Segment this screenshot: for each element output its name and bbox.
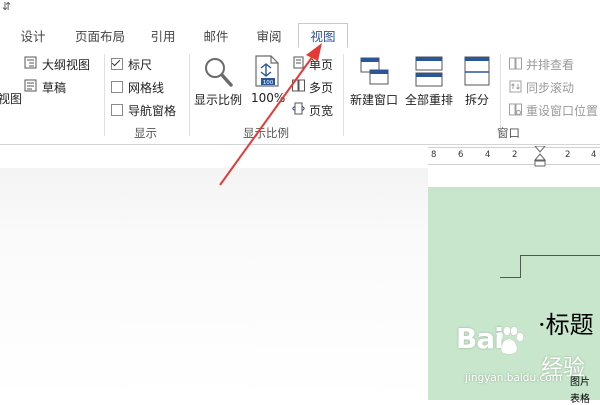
reset-window-position-icon <box>509 103 522 116</box>
draft-button[interactable]: 草稿 <box>42 79 66 96</box>
margin-guide <box>500 277 521 278</box>
watermark-url: jingyan.baidu.com <box>465 372 562 384</box>
ruler-tick-label: 4 <box>591 150 597 160</box>
group-separator <box>343 54 344 136</box>
document-small-text: 表格 <box>570 394 590 405</box>
window-group-label: 窗口 <box>497 126 520 140</box>
group-separator <box>500 54 501 136</box>
reset-window-position-button[interactable]: 重设窗口位置 <box>526 102 598 119</box>
split-icon[interactable] <box>464 56 490 88</box>
outline-view-button[interactable]: 大纲视图 <box>42 56 90 73</box>
document-title-text[interactable]: ·标题 <box>538 305 594 340</box>
new-window-icon[interactable] <box>360 56 390 88</box>
new-window-button[interactable]: 新建窗口 <box>350 91 398 108</box>
navigation-pane-checkbox[interactable] <box>111 104 123 116</box>
margin-guide <box>520 255 600 256</box>
show-group-label: 显示 <box>134 126 157 140</box>
horizontal-ruler[interactable]: 8 6 4 2 2 4 <box>428 146 600 168</box>
arrange-all-button[interactable]: 全部重排 <box>405 91 453 108</box>
ruler-tick-label: 6 <box>458 150 464 160</box>
outline-view-icon <box>24 56 37 69</box>
document-canvas <box>0 168 428 400</box>
view-side-by-side-button[interactable]: 并排查看 <box>526 56 574 73</box>
side-by-side-icon <box>509 57 522 70</box>
margin-guide <box>520 255 521 277</box>
annotation-arrow-icon <box>219 43 322 186</box>
navigation-pane-label: 导航窗格 <box>128 104 177 118</box>
ruler-tick-label: 2 <box>512 150 518 160</box>
tab-references[interactable]: 引用 <box>148 27 178 47</box>
split-button[interactable]: 拆分 <box>465 91 489 108</box>
tab-design[interactable]: 设计 <box>18 27 48 47</box>
quick-access-toolbar: ⇵ <box>0 0 600 22</box>
web-layout-label-cut[interactable]: 视图 <box>0 90 22 107</box>
ruler-tick-label: 4 <box>485 150 491 160</box>
gridlines-label: 网格线 <box>128 81 165 95</box>
synchronous-scrolling-button[interactable]: 同步滚动 <box>526 79 574 96</box>
ruler-tick-label: 2 <box>565 150 571 160</box>
sync-scroll-icon <box>509 80 522 93</box>
group-separator <box>189 54 190 136</box>
arrange-all-icon[interactable] <box>415 56 443 88</box>
ruler-tick-label: 8 <box>431 150 437 160</box>
ruler-label: 标尺 <box>128 58 153 72</box>
tab-page-layout[interactable]: 页面布局 <box>72 27 128 47</box>
watermark-brand: Bai <box>456 322 504 355</box>
draft-icon <box>24 79 37 92</box>
customize-qat-icon[interactable]: ⇵ <box>2 0 11 13</box>
indent-marker-icon[interactable] <box>534 146 546 168</box>
group-separator <box>104 54 105 136</box>
gridlines-checkbox[interactable] <box>111 81 123 93</box>
ruler-checkbox[interactable] <box>111 58 123 70</box>
